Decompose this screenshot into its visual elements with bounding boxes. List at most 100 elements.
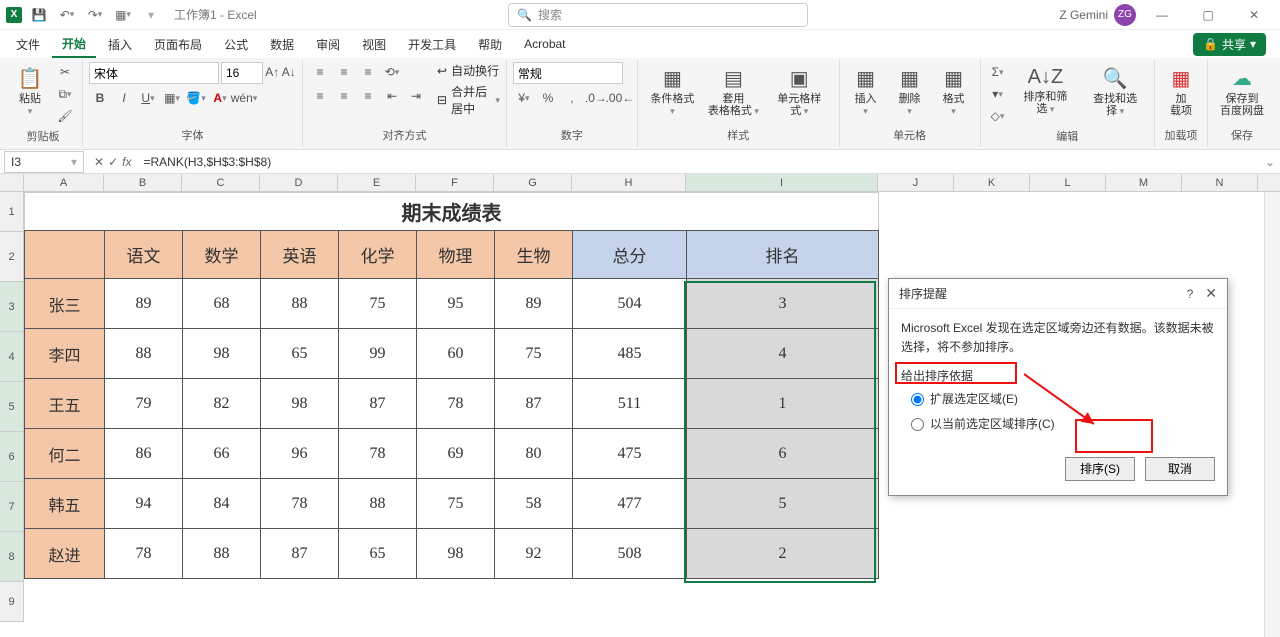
align-right-icon[interactable]: ≡ [357, 86, 379, 106]
cut-icon[interactable]: ✂ [54, 62, 76, 82]
col-header[interactable]: K [954, 174, 1030, 191]
minimize-icon[interactable]: — [1142, 1, 1182, 29]
radio-current-selection[interactable]: 以当前选定区域排序(C) [901, 412, 1215, 437]
sort-filter-button[interactable]: A↓Z排序和筛选 [1013, 62, 1079, 119]
share-button[interactable]: 🔒 共享 ▾ [1193, 33, 1266, 56]
col-header[interactable]: G [494, 174, 572, 191]
tab-view[interactable]: 视图 [352, 32, 396, 57]
baidu-save-button[interactable]: ☁保存到 百度网盘 [1214, 62, 1270, 121]
row-header[interactable]: 7 [0, 482, 24, 532]
col-header[interactable]: B [104, 174, 182, 191]
row-header[interactable]: 1 [0, 192, 24, 232]
font-color-icon[interactable]: A [209, 88, 231, 108]
phonetic-icon[interactable]: wén [233, 88, 255, 108]
dialog-close-icon[interactable]: ✕ [1205, 285, 1217, 302]
clear-icon[interactable]: ◇ [987, 106, 1009, 126]
border-icon[interactable]: ▦ [161, 88, 183, 108]
tab-data[interactable]: 数据 [260, 32, 304, 57]
underline-icon[interactable]: U [137, 88, 159, 108]
autosum-icon[interactable]: Σ [987, 62, 1009, 82]
user-account[interactable]: Z Gemini ZG [1059, 4, 1136, 26]
table-format-button[interactable]: ▤套用 表格格式 [705, 62, 762, 121]
tab-help[interactable]: 帮助 [468, 32, 512, 57]
delete-cells-button[interactable]: ▦删除 [890, 62, 930, 121]
radio-expand-input[interactable] [911, 393, 924, 406]
row-header[interactable]: 2 [0, 232, 24, 282]
italic-icon[interactable]: I [113, 88, 135, 108]
wrap-text-button[interactable]: ↩自动换行 [437, 62, 500, 79]
paste-button[interactable]: 📋 粘贴 [10, 62, 50, 121]
qat-more-icon[interactable]: ▦ [112, 4, 134, 26]
align-center-icon[interactable]: ≡ [333, 86, 355, 106]
row-header[interactable]: 3 [0, 282, 24, 332]
col-header[interactable]: E [338, 174, 416, 191]
cell-style-button[interactable]: ▣单元格样式 [766, 62, 833, 121]
font-name-select[interactable] [89, 62, 219, 84]
format-cells-button[interactable]: ▦格式 [934, 62, 974, 121]
tab-acrobat[interactable]: Acrobat [514, 33, 575, 55]
col-header[interactable]: F [416, 174, 494, 191]
align-left-icon[interactable]: ≡ [309, 86, 331, 106]
row-header[interactable]: 9 [0, 582, 24, 622]
col-header[interactable]: H [572, 174, 686, 191]
currency-icon[interactable]: ¥ [513, 88, 535, 108]
increase-font-icon[interactable]: A↑ [265, 62, 280, 82]
select-all-corner[interactable] [0, 174, 24, 191]
close-icon[interactable]: ✕ [1234, 1, 1274, 29]
row-header[interactable]: 4 [0, 332, 24, 382]
conditional-format-button[interactable]: ▦条件格式 [644, 62, 701, 121]
tab-home[interactable]: 开始 [52, 31, 96, 58]
row-header[interactable]: 6 [0, 432, 24, 482]
percent-icon[interactable]: % [537, 88, 559, 108]
tab-formulas[interactable]: 公式 [214, 32, 258, 57]
save-icon[interactable]: 💾 [28, 4, 50, 26]
addins-button[interactable]: ▦加 载项 [1161, 62, 1201, 121]
redo-icon[interactable]: ↷ [84, 4, 106, 26]
number-format-select[interactable] [513, 62, 623, 84]
qat-customize-icon[interactable]: ▾ [140, 4, 162, 26]
col-header[interactable]: A [24, 174, 104, 191]
dialog-help-icon[interactable]: ? [1187, 287, 1194, 301]
maximize-icon[interactable]: ▢ [1188, 1, 1228, 29]
cancel-button[interactable]: 取消 [1145, 457, 1215, 481]
format-painter-icon[interactable]: 🖌 [54, 106, 76, 126]
col-header[interactable]: J [878, 174, 954, 191]
col-header[interactable]: C [182, 174, 260, 191]
row-header[interactable]: 5 [0, 382, 24, 432]
font-size-select[interactable] [221, 62, 263, 84]
formula-expand-icon[interactable]: ⌄ [1260, 155, 1280, 169]
formula-input[interactable]: =RANK(H3,$H$3:$H$8) [137, 155, 1260, 169]
col-header[interactable]: D [260, 174, 338, 191]
align-bottom-icon[interactable]: ≡ [357, 62, 379, 82]
comma-icon[interactable]: , [561, 88, 583, 108]
fill-color-icon[interactable]: 🪣 [185, 88, 207, 108]
align-middle-icon[interactable]: ≡ [333, 62, 355, 82]
sort-button[interactable]: 排序(S) [1065, 457, 1135, 481]
radio-expand-selection[interactable]: 扩展选定区域(E) [901, 387, 1215, 412]
radio-current-input[interactable] [911, 418, 924, 431]
decrease-font-icon[interactable]: A↓ [282, 62, 297, 82]
indent-dec-icon[interactable]: ⇤ [381, 86, 403, 106]
bold-icon[interactable]: B [89, 88, 111, 108]
name-box[interactable]: I3▾ [4, 151, 84, 173]
tab-layout[interactable]: 页面布局 [144, 32, 212, 57]
col-header[interactable]: I [686, 174, 878, 191]
fill-icon[interactable]: ▾ [987, 84, 1009, 104]
cancel-formula-icon[interactable]: ✕ [94, 155, 104, 169]
fx-icon[interactable]: fx [122, 155, 131, 169]
insert-cells-button[interactable]: ▦插入 [846, 62, 886, 121]
orientation-icon[interactable]: ⟲ [381, 62, 403, 82]
tab-file[interactable]: 文件 [6, 32, 50, 57]
decrease-decimal-icon[interactable]: .00← [609, 88, 631, 108]
col-header[interactable]: L [1030, 174, 1106, 191]
col-header[interactable]: N [1182, 174, 1258, 191]
copy-icon[interactable]: ⧉ [54, 84, 76, 104]
undo-icon[interactable]: ↶ [56, 4, 78, 26]
col-header[interactable]: M [1106, 174, 1182, 191]
merge-button[interactable]: ⊟合并后居中 [437, 83, 500, 117]
tab-dev[interactable]: 开发工具 [398, 32, 466, 57]
tab-insert[interactable]: 插入 [98, 32, 142, 57]
indent-inc-icon[interactable]: ⇥ [405, 86, 427, 106]
enter-formula-icon[interactable]: ✓ [108, 155, 118, 169]
search-box[interactable]: 🔍 搜索 [508, 3, 808, 27]
